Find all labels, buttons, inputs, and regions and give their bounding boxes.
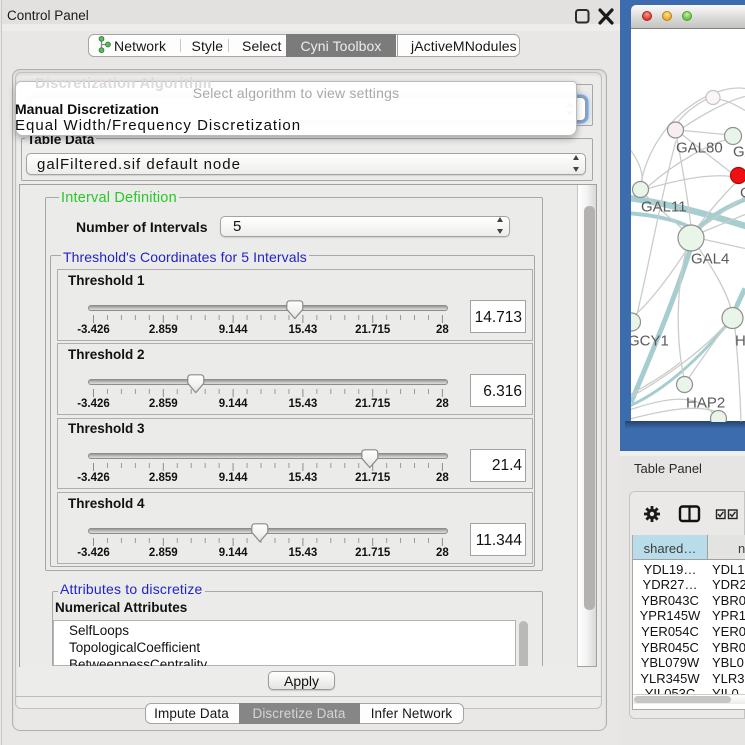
svg-text:GCY1: GCY1	[631, 332, 669, 349]
svg-text:G: G	[740, 184, 745, 201]
svg-text:HI: HI	[735, 332, 745, 349]
svg-text:HAP2: HAP2	[686, 394, 725, 411]
svg-text:GAL11: GAL11	[641, 198, 687, 215]
svg-text:GAL4: GAL4	[691, 250, 729, 267]
svg-text:GAL80: GAL80	[676, 139, 723, 156]
svg-text:GA: GA	[733, 143, 745, 160]
